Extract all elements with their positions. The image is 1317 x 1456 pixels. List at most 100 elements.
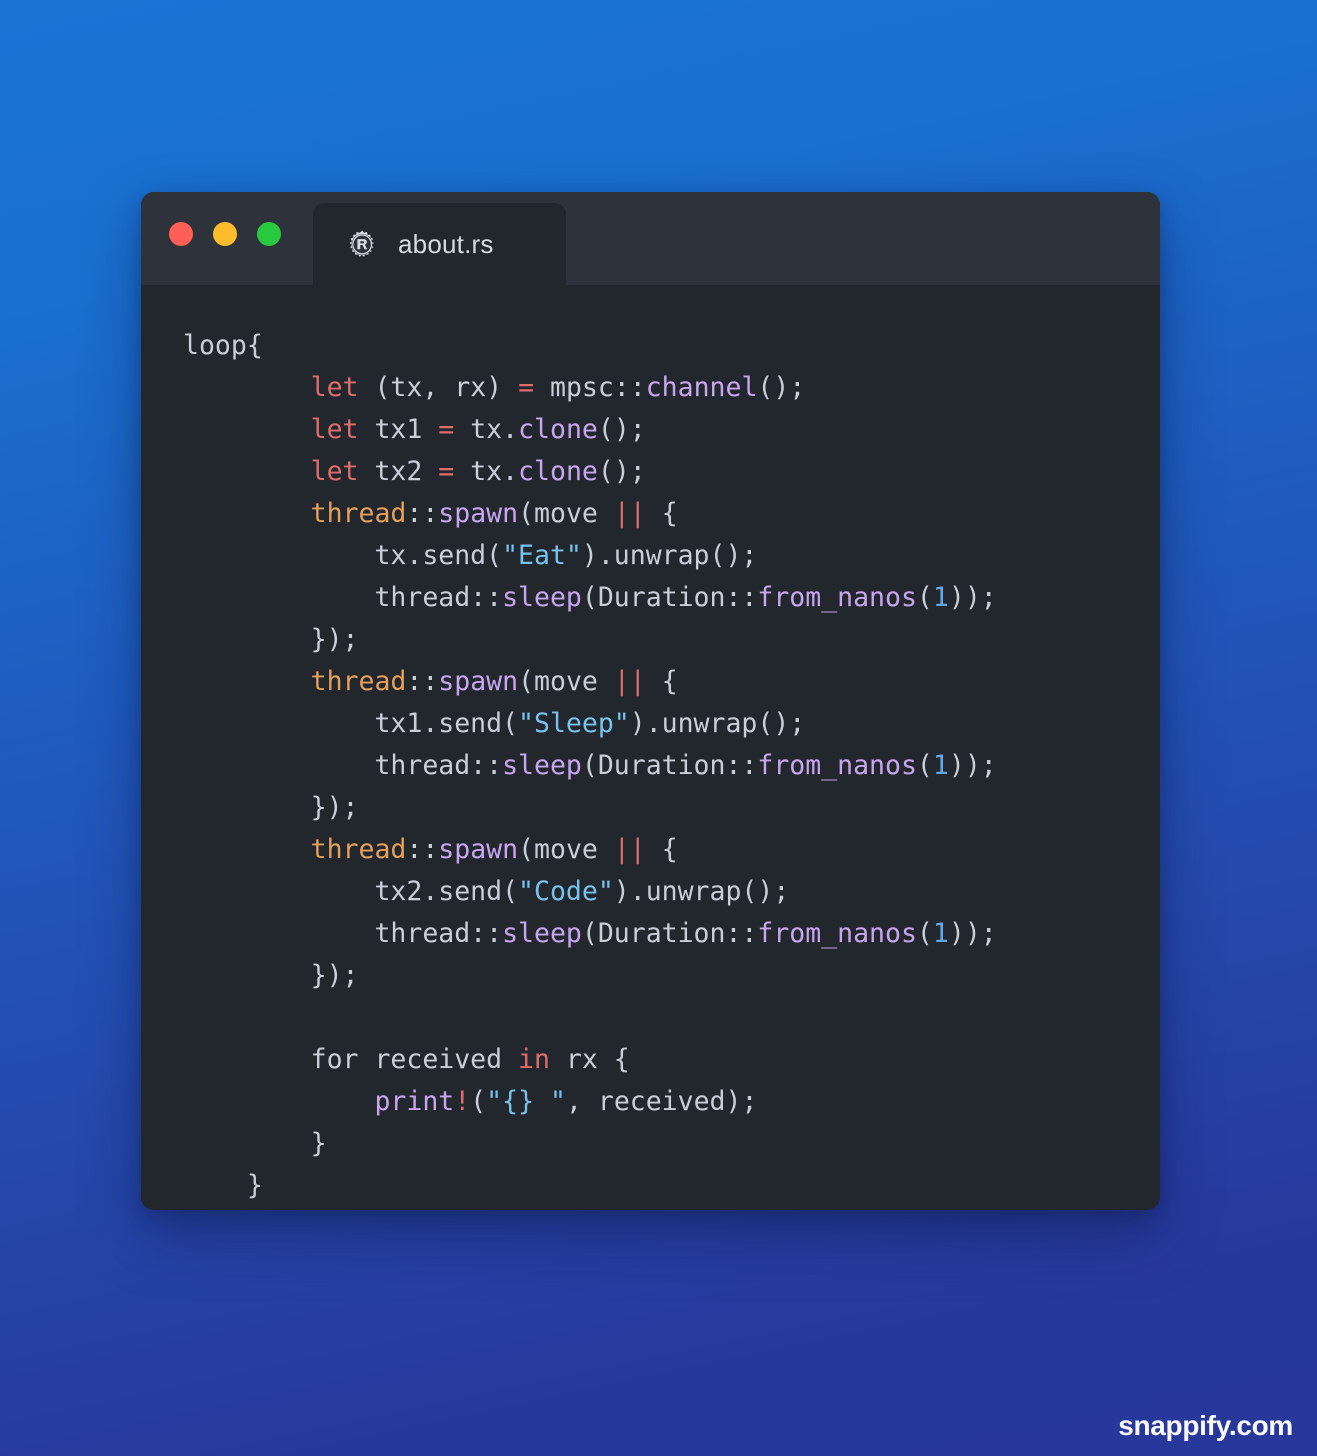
code-line: tx1.send("Sleep").unwrap();: [183, 703, 1160, 745]
code-token: (move: [518, 498, 614, 529]
code-token: , received);: [565, 1086, 758, 1117]
code-token: tx.: [454, 456, 519, 487]
code-token: ));: [948, 582, 997, 613]
code-editor-window: about.rs loop{ let (tx, rx) = mpsc::chan…: [141, 192, 1160, 1210]
code-token: (move: [518, 834, 614, 865]
code-token: (Duration::: [581, 750, 758, 781]
code-token: rx {: [549, 1044, 630, 1075]
code-token: 1: [932, 918, 949, 949]
code-token: ).unwrap();: [581, 540, 758, 571]
code-token: (: [916, 582, 933, 613]
code-token: (: [470, 1086, 487, 1117]
code-token: for received: [183, 1044, 519, 1075]
code-content[interactable]: loop{ let (tx, rx) = mpsc::channel(); le…: [141, 285, 1160, 1207]
code-token: clone: [518, 456, 598, 487]
code-line: tx.send("Eat").unwrap();: [183, 535, 1160, 577]
code-token: 1: [932, 750, 949, 781]
code-line: print!("{} ", received);: [183, 1081, 1160, 1123]
code-token: "Code": [518, 876, 614, 907]
code-token: {: [645, 834, 678, 865]
minimize-button[interactable]: [213, 222, 237, 246]
code-token: {: [645, 498, 678, 529]
code-token: ::: [406, 666, 439, 697]
code-token: "Sleep": [518, 708, 630, 739]
code-token: let: [310, 372, 359, 403]
code-token: ||: [613, 498, 646, 529]
code-token: tx1: [358, 414, 439, 445]
code-line: thread::spawn(move || {: [183, 493, 1160, 535]
code-token: ||: [613, 834, 646, 865]
code-token: (: [916, 750, 933, 781]
code-token: =: [518, 372, 535, 403]
code-token: (Duration::: [581, 582, 758, 613]
code-token: ));: [948, 918, 997, 949]
code-line: let (tx, rx) = mpsc::channel();: [183, 367, 1160, 409]
code-token: "{} ": [486, 1086, 566, 1117]
code-token: {: [645, 666, 678, 697]
code-line: });: [183, 955, 1160, 997]
code-token: ();: [757, 372, 806, 403]
code-token: spawn: [438, 498, 519, 529]
code-token: thread::: [183, 582, 503, 613]
code-token: sleep: [502, 750, 582, 781]
code-token: ::: [406, 834, 439, 865]
code-token: in: [518, 1044, 550, 1075]
code-token: ).unwrap();: [613, 876, 790, 907]
code-token: mpsc::: [534, 372, 646, 403]
code-token: ));: [948, 750, 997, 781]
code-line: for received in rx {: [183, 1039, 1160, 1081]
code-token: from_nanos: [757, 582, 917, 613]
code-line: loop{: [183, 325, 1160, 367]
code-token: ).unwrap();: [629, 708, 806, 739]
code-token: }: [183, 1170, 263, 1201]
code-token: spawn: [438, 834, 519, 865]
close-button[interactable]: [169, 222, 193, 246]
code-token: });: [183, 792, 359, 823]
code-line: thread::sleep(Duration::from_nanos(1));: [183, 745, 1160, 787]
code-token: from_nanos: [757, 750, 917, 781]
code-token: thread: [310, 666, 407, 697]
code-token: ||: [613, 666, 646, 697]
code-token: (Duration::: [581, 918, 758, 949]
maximize-button[interactable]: [257, 222, 281, 246]
code-token: !: [454, 1086, 471, 1117]
code-token: });: [183, 624, 359, 655]
code-token: tx1.send(: [183, 708, 519, 739]
code-line: let tx2 = tx.clone();: [183, 451, 1160, 493]
code-line: let tx1 = tx.clone();: [183, 409, 1160, 451]
code-token: ();: [597, 414, 646, 445]
code-line: thread::sleep(Duration::from_nanos(1));: [183, 577, 1160, 619]
code-token: =: [438, 456, 455, 487]
code-token: sleep: [502, 918, 582, 949]
code-line: thread::spawn(move || {: [183, 829, 1160, 871]
code-token: thread::: [183, 750, 503, 781]
code-token: (: [916, 918, 933, 949]
code-line: });: [183, 787, 1160, 829]
rust-logo-icon: [349, 230, 374, 257]
traffic-light-buttons: [169, 222, 281, 246]
code-token: (tx, rx): [358, 372, 519, 403]
code-token: spawn: [438, 666, 519, 697]
code-token: from_nanos: [757, 918, 917, 949]
code-line: thread::spawn(move || {: [183, 661, 1160, 703]
code-token: (move: [518, 666, 614, 697]
code-token: }: [183, 1128, 327, 1159]
code-token: let: [310, 414, 359, 445]
code-token: sleep: [502, 582, 582, 613]
code-token: tx2.send(: [183, 876, 519, 907]
code-token: 1: [932, 582, 949, 613]
code-token: let: [310, 456, 359, 487]
code-token: print: [374, 1086, 455, 1117]
code-token: ();: [597, 456, 646, 487]
code-token: });: [183, 960, 359, 991]
code-token: ::: [406, 498, 439, 529]
tab-about-rs[interactable]: about.rs: [313, 203, 566, 285]
code-token: tx.send(: [183, 540, 503, 571]
